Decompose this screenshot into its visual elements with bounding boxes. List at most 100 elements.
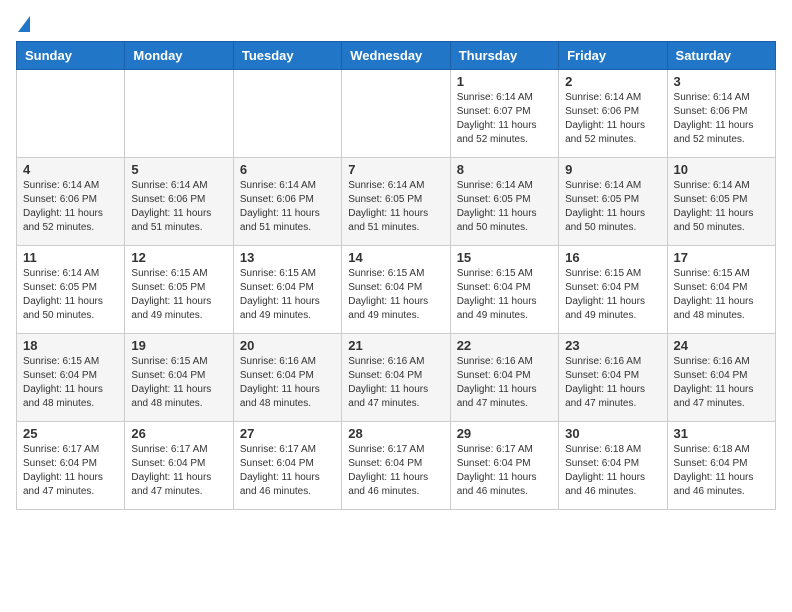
day-number: 12 [131,250,226,265]
day-number: 3 [674,74,769,89]
day-info: Sunrise: 6:14 AM Sunset: 6:06 PM Dayligh… [674,91,769,147]
calendar-cell: 12 Sunrise: 6:15 AM Sunset: 6:05 PM Dayli… [125,246,233,334]
day-info: Sunrise: 6:18 AM Sunset: 6:04 PM Dayligh… [674,443,769,499]
day-info: Sunrise: 6:14 AM Sunset: 6:07 PM Dayligh… [457,91,552,147]
calendar-week-row: 4 Sunrise: 6:14 AM Sunset: 6:06 PM Daylig… [17,158,776,246]
day-info: Sunrise: 6:14 AM Sunset: 6:05 PM Dayligh… [348,179,443,235]
day-info: Sunrise: 6:14 AM Sunset: 6:06 PM Dayligh… [23,179,118,235]
calendar-cell: 18Sunrise: 6:15 AM Sunset: 6:04 PM Dayli… [17,334,125,422]
day-info: Sunrise: 6:14 AM Sunset: 6:05 PM Dayligh… [23,267,118,323]
day-info: Sunrise: 6:17 AM Sunset: 6:04 PM Dayligh… [457,443,552,499]
logo [16,16,30,37]
calendar-cell: 16 Sunrise: 6:15 AM Sunset: 6:04 PM Dayli… [559,246,667,334]
day-number: 2 [565,74,660,89]
weekday-header-saturday: Saturday [667,42,775,70]
day-number: 30 [565,426,660,441]
day-number: 25 [23,426,118,441]
day-number: 27 [240,426,335,441]
calendar-cell: 31 Sunrise: 6:18 AM Sunset: 6:04 PM Dayli… [667,422,775,510]
day-info: Sunrise: 6:17 AM Sunset: 6:04 PM Dayligh… [23,443,118,499]
day-number: 16 [565,250,660,265]
calendar-cell: 28Sunrise: 6:17 AM Sunset: 6:04 PM Dayli… [342,422,450,510]
weekday-header-tuesday: Tuesday [233,42,341,70]
day-number: 8 [457,162,552,177]
calendar-cell [342,70,450,158]
day-number: 4 [23,162,118,177]
day-info: Sunrise: 6:17 AM Sunset: 6:04 PM Dayligh… [240,443,335,499]
logo-triangle-icon [18,16,30,37]
calendar-cell: 21 Sunrise: 6:16 AM Sunset: 6:04 PM Dayli… [342,334,450,422]
day-info: Sunrise: 6:15 AM Sunset: 6:04 PM Dayligh… [240,267,335,323]
day-number: 10 [674,162,769,177]
calendar-cell: 9 Sunrise: 6:14 AM Sunset: 6:05 PM Daylig… [559,158,667,246]
calendar-cell: 19 Sunrise: 6:15 AM Sunset: 6:04 PM Dayli… [125,334,233,422]
day-number: 22 [457,338,552,353]
day-info: Sunrise: 6:14 AM Sunset: 6:05 PM Dayligh… [457,179,552,235]
day-number: 31 [674,426,769,441]
calendar-week-row: 25 Sunrise: 6:17 AM Sunset: 6:04 PM Dayli… [17,422,776,510]
calendar-cell [125,70,233,158]
weekday-header-wednesday: Wednesday [342,42,450,70]
day-number: 24 [674,338,769,353]
calendar-cell: 29 Sunrise: 6:17 AM Sunset: 6:04 PM Dayli… [450,422,558,510]
calendar-cell [233,70,341,158]
calendar-cell: 6 Sunrise: 6:14 AM Sunset: 6:06 PM Daylig… [233,158,341,246]
day-info: Sunrise: 6:14 AM Sunset: 6:06 PM Dayligh… [565,91,660,147]
calendar-week-row: 18Sunrise: 6:15 AM Sunset: 6:04 PM Dayli… [17,334,776,422]
calendar-cell: 3 Sunrise: 6:14 AM Sunset: 6:06 PM Daylig… [667,70,775,158]
day-info: Sunrise: 6:16 AM Sunset: 6:04 PM Dayligh… [240,355,335,411]
calendar-cell: 5Sunrise: 6:14 AM Sunset: 6:06 PM Daylig… [125,158,233,246]
calendar-cell: 2 Sunrise: 6:14 AM Sunset: 6:06 PM Daylig… [559,70,667,158]
day-info: Sunrise: 6:15 AM Sunset: 6:04 PM Dayligh… [565,267,660,323]
day-info: Sunrise: 6:16 AM Sunset: 6:04 PM Dayligh… [348,355,443,411]
day-info: Sunrise: 6:15 AM Sunset: 6:04 PM Dayligh… [23,355,118,411]
calendar-cell: 23 Sunrise: 6:16 AM Sunset: 6:04 PM Dayli… [559,334,667,422]
weekday-header-thursday: Thursday [450,42,558,70]
calendar-cell: 14Sunrise: 6:15 AM Sunset: 6:04 PM Dayli… [342,246,450,334]
day-info: Sunrise: 6:15 AM Sunset: 6:05 PM Dayligh… [131,267,226,323]
calendar-table: SundayMondayTuesdayWednesdayThursdayFrid… [16,41,776,510]
day-number: 13 [240,250,335,265]
weekday-header-friday: Friday [559,42,667,70]
day-info: Sunrise: 6:14 AM Sunset: 6:06 PM Dayligh… [131,179,226,235]
calendar-cell: 4 Sunrise: 6:14 AM Sunset: 6:06 PM Daylig… [17,158,125,246]
day-info: Sunrise: 6:16 AM Sunset: 6:04 PM Dayligh… [565,355,660,411]
day-number: 23 [565,338,660,353]
calendar-cell: 13 Sunrise: 6:15 AM Sunset: 6:04 PM Dayli… [233,246,341,334]
day-number: 11 [23,250,118,265]
day-info: Sunrise: 6:15 AM Sunset: 6:04 PM Dayligh… [674,267,769,323]
calendar-cell: 30Sunrise: 6:18 AM Sunset: 6:04 PM Dayli… [559,422,667,510]
day-info: Sunrise: 6:17 AM Sunset: 6:04 PM Dayligh… [131,443,226,499]
day-number: 26 [131,426,226,441]
day-number: 7 [348,162,443,177]
calendar-cell: 8 Sunrise: 6:14 AM Sunset: 6:05 PM Daylig… [450,158,558,246]
day-info: Sunrise: 6:16 AM Sunset: 6:04 PM Dayligh… [457,355,552,411]
day-number: 21 [348,338,443,353]
calendar-cell: 25 Sunrise: 6:17 AM Sunset: 6:04 PM Dayli… [17,422,125,510]
calendar-cell: 10Sunrise: 6:14 AM Sunset: 6:05 PM Dayli… [667,158,775,246]
calendar-cell: 27 Sunrise: 6:17 AM Sunset: 6:04 PM Dayli… [233,422,341,510]
calendar-cell [17,70,125,158]
calendar-cell: 24 Sunrise: 6:16 AM Sunset: 6:04 PM Dayli… [667,334,775,422]
day-number: 29 [457,426,552,441]
day-number: 28 [348,426,443,441]
calendar-cell: 1Sunrise: 6:14 AM Sunset: 6:07 PM Daylig… [450,70,558,158]
day-number: 9 [565,162,660,177]
day-info: Sunrise: 6:14 AM Sunset: 6:05 PM Dayligh… [565,179,660,235]
header [16,16,776,37]
day-number: 17 [674,250,769,265]
day-number: 6 [240,162,335,177]
calendar-cell: 26 Sunrise: 6:17 AM Sunset: 6:04 PM Dayli… [125,422,233,510]
day-info: Sunrise: 6:16 AM Sunset: 6:04 PM Dayligh… [674,355,769,411]
weekday-header-row: SundayMondayTuesdayWednesdayThursdayFrid… [17,42,776,70]
day-number: 20 [240,338,335,353]
calendar-cell: 15Sunrise: 6:15 AM Sunset: 6:04 PM Dayli… [450,246,558,334]
day-number: 19 [131,338,226,353]
day-info: Sunrise: 6:15 AM Sunset: 6:04 PM Dayligh… [131,355,226,411]
calendar-cell: 11 Sunrise: 6:14 AM Sunset: 6:05 PM Dayli… [17,246,125,334]
calendar-week-row: 11 Sunrise: 6:14 AM Sunset: 6:05 PM Dayli… [17,246,776,334]
calendar-cell: 20 Sunrise: 6:16 AM Sunset: 6:04 PM Dayli… [233,334,341,422]
day-info: Sunrise: 6:14 AM Sunset: 6:06 PM Dayligh… [240,179,335,235]
calendar-cell: 7 Sunrise: 6:14 AM Sunset: 6:05 PM Daylig… [342,158,450,246]
weekday-header-monday: Monday [125,42,233,70]
